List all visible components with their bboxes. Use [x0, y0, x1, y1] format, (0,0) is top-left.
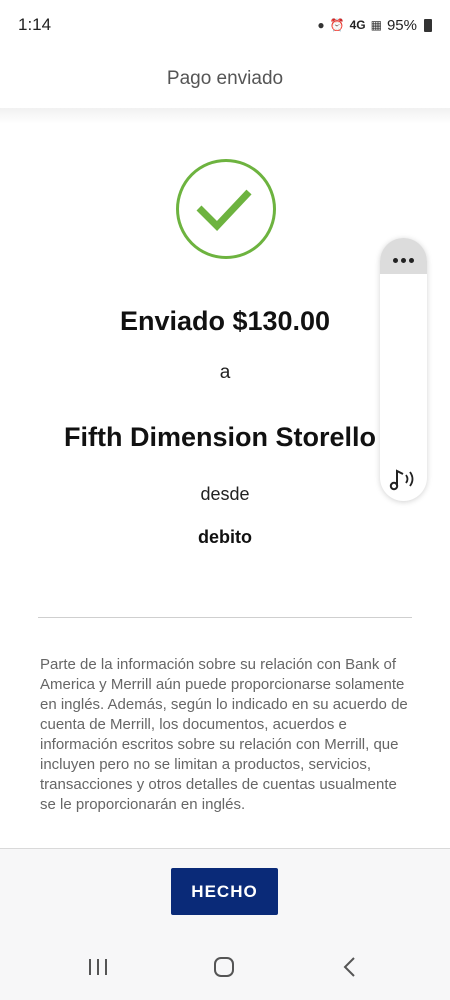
recent-apps-button[interactable] [78, 952, 118, 982]
system-nav-bar [0, 934, 450, 1000]
source-account: debito [198, 527, 252, 547]
status-time: 1:14 [18, 15, 52, 34]
check-circle-icon [176, 159, 276, 259]
back-icon [343, 957, 355, 977]
recipient-name: Fifth Dimension Storello [64, 422, 377, 452]
audio-music-icon[interactable] [389, 466, 419, 492]
back-button[interactable] [330, 952, 370, 982]
status-bar: 1:14 ● ⏰ 4G ▦ 95% [0, 0, 450, 50]
signal-icon: ▦ [370, 18, 382, 32]
recent-apps-icon [89, 959, 107, 975]
checkmark-icon [196, 189, 252, 232]
status-icons: ● ⏰ 4G ▦ 95% [317, 17, 432, 34]
page-title: Pago enviado [166, 68, 284, 89]
divider [38, 617, 412, 618]
floating-assistant-panel[interactable] [380, 238, 427, 501]
disclaimer-text: Parte de la información sobre su relació… [40, 656, 408, 813]
battery-icon [424, 18, 432, 32]
battery-label: 95% [386, 16, 417, 34]
network-label: 4G [349, 18, 366, 32]
done-button[interactable]: HECHO [171, 868, 278, 915]
home-icon [214, 957, 234, 977]
lock-icon: ● [317, 18, 325, 32]
home-button[interactable] [204, 952, 244, 982]
alarm-icon: ⏰ [329, 18, 345, 32]
header-divider [0, 108, 450, 124]
more-dots-icon [393, 257, 414, 263]
floating-menu-button[interactable] [380, 238, 427, 274]
